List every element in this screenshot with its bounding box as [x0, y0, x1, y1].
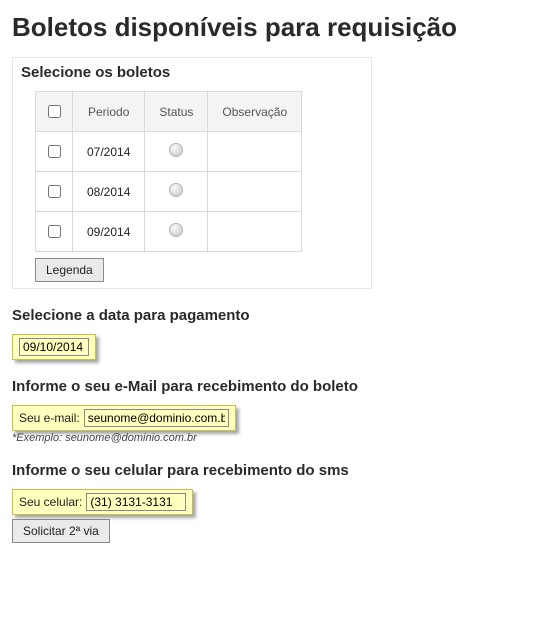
email-example: *Exemplo: seunome@dominio.com.br [12, 432, 540, 444]
status-dot-icon [169, 143, 183, 157]
date-highlight [12, 334, 96, 360]
cell-periodo: 07/2014 [73, 132, 145, 172]
cell-highlight: Seu celular: [12, 489, 193, 515]
email-input[interactable] [84, 409, 229, 427]
page-title: Boletos disponíveis para requisição [12, 12, 540, 43]
table-row: 07/2014 [36, 132, 302, 172]
cell-observacao [208, 172, 302, 212]
table-row: 09/2014 [36, 212, 302, 252]
status-dot-icon [169, 223, 183, 237]
cell-label: Seu celular: [19, 495, 82, 509]
cell-periodo: 08/2014 [73, 172, 145, 212]
email-label: Seu e-mail: [19, 411, 80, 425]
col-observacao: Observação [208, 92, 302, 132]
table-row: 08/2014 [36, 172, 302, 212]
col-status: Status [145, 92, 208, 132]
payment-date-input[interactable] [19, 338, 89, 356]
email-heading: Informe o seu e-Mail para recebimento do… [12, 378, 540, 395]
legenda-button[interactable]: Legenda [35, 258, 104, 282]
cell-periodo: 09/2014 [73, 212, 145, 252]
row-checkbox[interactable] [48, 145, 61, 158]
cell-observacao [208, 132, 302, 172]
cell-input[interactable] [86, 493, 186, 511]
row-checkbox[interactable] [48, 225, 61, 238]
col-periodo: Periodo [73, 92, 145, 132]
email-highlight: Seu e-mail: [12, 405, 236, 431]
boletos-table: Periodo Status Observação 07/2014 08/201… [35, 91, 302, 252]
row-checkbox[interactable] [48, 185, 61, 198]
select-boletos-heading: Selecione os boletos [21, 64, 371, 81]
select-boletos-section: Selecione os boletos Periodo Status Obse… [12, 57, 372, 289]
select-all-checkbox[interactable] [48, 105, 61, 118]
cell-heading: Informe o seu celular para recebimento d… [12, 462, 540, 479]
status-dot-icon [169, 183, 183, 197]
date-heading: Selecione a data para pagamento [12, 307, 540, 324]
solicitar-button[interactable]: Solicitar 2ª via [12, 519, 110, 543]
cell-observacao [208, 212, 302, 252]
